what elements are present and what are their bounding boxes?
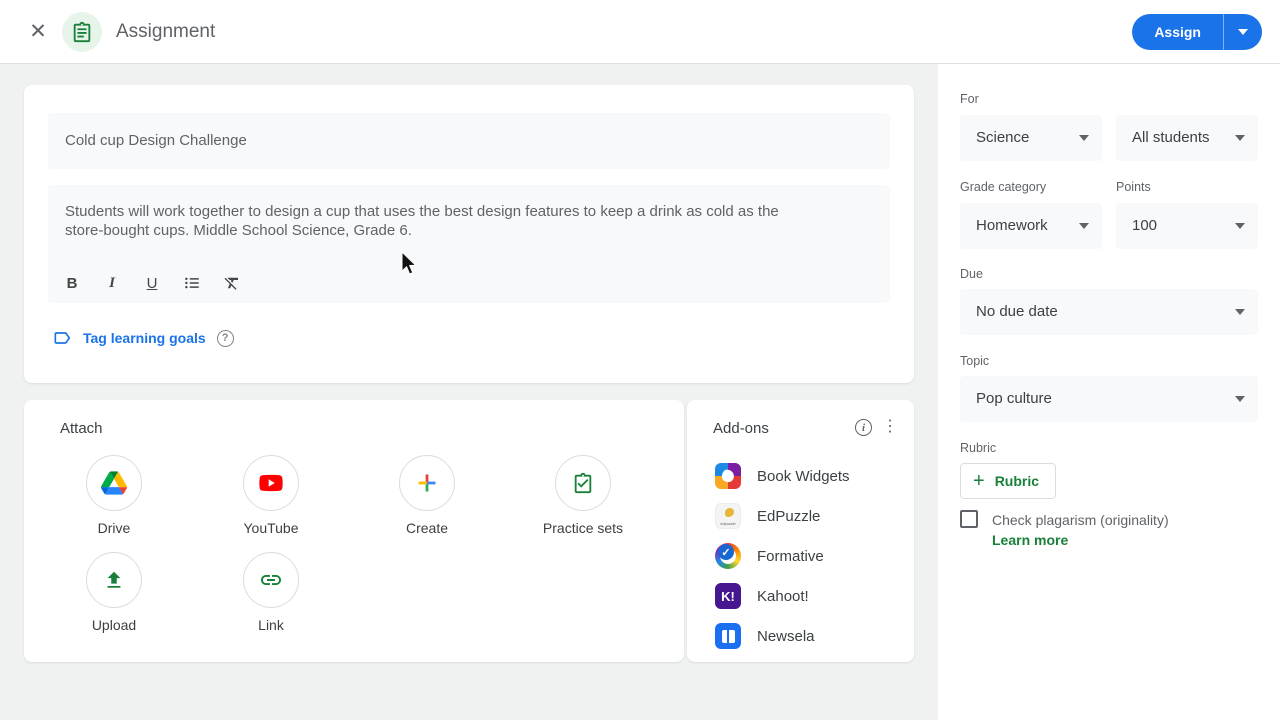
kahoot-icon: K! bbox=[715, 583, 741, 609]
addon-book-widgets[interactable]: Book Widgets bbox=[715, 456, 904, 496]
addon-label: Newsela bbox=[757, 627, 815, 645]
rubric-label: Rubric bbox=[960, 441, 997, 455]
attach-link-button[interactable]: Link bbox=[211, 552, 331, 633]
attach-upload-button[interactable]: Upload bbox=[54, 552, 174, 633]
chevron-down-icon bbox=[1238, 29, 1248, 35]
italic-button[interactable]: I bbox=[102, 273, 122, 293]
due-date-select[interactable]: No due date bbox=[960, 289, 1258, 335]
addon-label: EdPuzzle bbox=[757, 507, 821, 525]
help-icon[interactable]: ? bbox=[216, 329, 234, 347]
attach-option-label: Upload bbox=[91, 617, 137, 633]
addons-card: Add-ons i ⋮ Book Widgets edpuzzle EdPuzz… bbox=[687, 400, 914, 662]
title-input[interactable]: Cold cup Design Challenge bbox=[48, 113, 890, 169]
addon-edpuzzle[interactable]: edpuzzle EdPuzzle bbox=[715, 496, 904, 536]
instructions-value: Students will work together to design a … bbox=[65, 203, 779, 239]
addons-heading: Add-ons bbox=[713, 420, 769, 437]
attach-drive-button[interactable]: Drive bbox=[54, 455, 174, 536]
plagiarism-checkbox[interactable] bbox=[960, 510, 978, 528]
underline-button[interactable]: U bbox=[142, 273, 162, 293]
attach-option-label: Create bbox=[405, 520, 449, 536]
assignment-settings-sidebar: For Science All students Grade category … bbox=[938, 64, 1280, 720]
assign-split-button: Assign bbox=[1132, 14, 1262, 50]
assignees-select[interactable]: All students bbox=[1116, 115, 1258, 161]
tag-icon bbox=[54, 332, 71, 344]
learn-more-link[interactable]: Learn more bbox=[992, 532, 1068, 548]
grade-category-label: Grade category bbox=[960, 180, 1047, 194]
topic-label: Topic bbox=[960, 354, 990, 368]
edpuzzle-icon: edpuzzle bbox=[715, 503, 741, 529]
title-value: Cold cup Design Challenge bbox=[65, 132, 247, 149]
attach-option-label: Practice sets bbox=[542, 520, 624, 536]
practice-sets-icon bbox=[555, 455, 611, 511]
more-options-icon[interactable]: ⋮ bbox=[882, 417, 898, 437]
assign-options-dropdown[interactable] bbox=[1224, 14, 1262, 50]
clear-formatting-button[interactable] bbox=[222, 273, 242, 293]
youtube-icon bbox=[243, 455, 299, 511]
upload-icon bbox=[86, 552, 142, 608]
chevron-down-icon bbox=[1235, 309, 1245, 315]
attach-option-label: Link bbox=[258, 617, 284, 633]
addon-newsela[interactable]: Newsela bbox=[715, 616, 904, 656]
topic-select[interactable]: Pop culture bbox=[960, 376, 1258, 422]
assignment-icon bbox=[62, 12, 102, 52]
points-label: Points bbox=[1116, 180, 1151, 194]
chevron-down-icon bbox=[1079, 135, 1089, 141]
bulleted-list-button[interactable] bbox=[182, 273, 202, 293]
addon-kahoot[interactable]: K! Kahoot! bbox=[715, 576, 904, 616]
create-plus-icon bbox=[399, 455, 455, 511]
addon-label: Book Widgets bbox=[757, 467, 850, 485]
points-select[interactable]: 100 bbox=[1116, 203, 1258, 249]
grade-category-select[interactable]: Homework bbox=[960, 203, 1102, 249]
chevron-down-icon bbox=[1079, 223, 1089, 229]
close-icon[interactable]: ✕ bbox=[26, 20, 50, 44]
class-select[interactable]: Science bbox=[960, 115, 1102, 161]
addon-label: Formative bbox=[757, 547, 824, 565]
drive-icon bbox=[86, 455, 142, 511]
link-icon bbox=[243, 552, 299, 608]
plagiarism-label: Check plagarism (originality) bbox=[992, 512, 1169, 528]
tag-learning-goals-row: Tag learning goals ? bbox=[52, 328, 234, 348]
addons-list: Book Widgets edpuzzle EdPuzzle ✓ Formati… bbox=[715, 456, 904, 656]
add-rubric-button[interactable]: + Rubric bbox=[960, 463, 1057, 499]
top-bar: ✕ Assignment Assign bbox=[0, 0, 1280, 64]
assign-button[interactable]: Assign bbox=[1132, 14, 1223, 50]
book-widgets-icon bbox=[715, 463, 741, 489]
attach-option-label: Drive bbox=[97, 520, 131, 536]
attach-practice-sets-button[interactable]: Practice sets bbox=[523, 455, 643, 536]
formative-icon: ✓ bbox=[715, 543, 741, 569]
attach-card: Attach Drive YouTube Create Practice set… bbox=[24, 400, 684, 662]
plus-icon: + bbox=[973, 470, 985, 492]
attach-create-button[interactable]: Create bbox=[367, 455, 487, 536]
page-title: Assignment bbox=[116, 21, 216, 42]
attach-youtube-button[interactable]: YouTube bbox=[211, 455, 331, 536]
attach-option-label: YouTube bbox=[243, 520, 299, 536]
newsela-icon bbox=[715, 623, 741, 649]
chevron-down-icon bbox=[1235, 396, 1245, 402]
attach-heading: Attach bbox=[60, 420, 103, 437]
bold-button[interactable]: B bbox=[62, 273, 82, 293]
main-content: Cold cup Design Challenge Students will … bbox=[0, 64, 938, 720]
chevron-down-icon bbox=[1235, 223, 1245, 229]
addon-label: Kahoot! bbox=[757, 587, 809, 605]
info-icon[interactable]: i bbox=[855, 419, 872, 436]
due-label: Due bbox=[960, 267, 983, 281]
plagiarism-row: Check plagarism (originality) bbox=[960, 510, 1169, 530]
formatting-toolbar: B I U bbox=[62, 273, 242, 293]
chevron-down-icon bbox=[1235, 135, 1245, 141]
assignment-compose-card: Cold cup Design Challenge Students will … bbox=[24, 85, 914, 383]
addon-formative[interactable]: ✓ Formative bbox=[715, 536, 904, 576]
for-label: For bbox=[960, 92, 979, 106]
instructions-input[interactable]: Students will work together to design a … bbox=[48, 185, 890, 303]
tag-learning-goals-link[interactable]: Tag learning goals bbox=[83, 330, 206, 346]
